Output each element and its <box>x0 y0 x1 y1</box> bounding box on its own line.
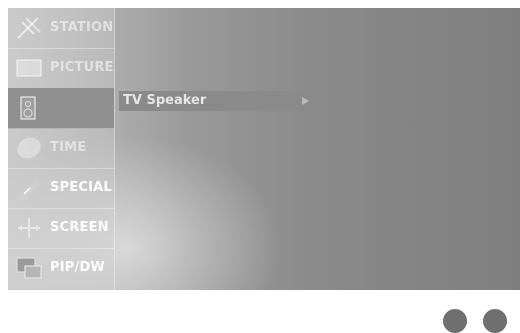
main-menu: STATION PICTURE TIME SPECIAL SCREEN PIP/… <box>8 8 115 290</box>
picture-icon <box>14 54 44 82</box>
menu-label-screen: SCREEN <box>50 220 109 235</box>
submenu-tv-speaker[interactable]: TV Speaker <box>119 91 319 111</box>
pip-icon <box>14 254 44 282</box>
menu-item-screen[interactable]: SCREEN <box>8 208 114 249</box>
menu-label-picture: PICTURE <box>50 60 114 75</box>
right-arrow-icon <box>302 97 309 105</box>
menu-label-pip-dw: PIP/DW <box>50 260 105 275</box>
menu-item-pip-dw[interactable]: PIP/DW <box>8 248 114 288</box>
indicator-dot <box>483 309 507 333</box>
antenna-icon <box>14 14 44 42</box>
screen-icon <box>14 214 44 242</box>
indicator-dot <box>443 309 467 333</box>
menu-label-time: TIME <box>50 140 87 155</box>
submenu-label: TV Speaker <box>123 93 207 108</box>
menu-label-special: SPECIAL <box>50 180 112 195</box>
menu-item-station[interactable]: STATION <box>8 8 114 49</box>
menu-item-special[interactable]: SPECIAL <box>8 168 114 209</box>
speaker-icon <box>14 94 44 122</box>
menu-item-sound[interactable] <box>8 88 114 129</box>
special-icon <box>14 174 44 202</box>
menu-item-time[interactable]: TIME <box>8 128 114 169</box>
clock-icon <box>14 134 44 162</box>
menu-item-picture[interactable]: PICTURE <box>8 48 114 89</box>
menu-label-station: STATION <box>50 20 114 35</box>
